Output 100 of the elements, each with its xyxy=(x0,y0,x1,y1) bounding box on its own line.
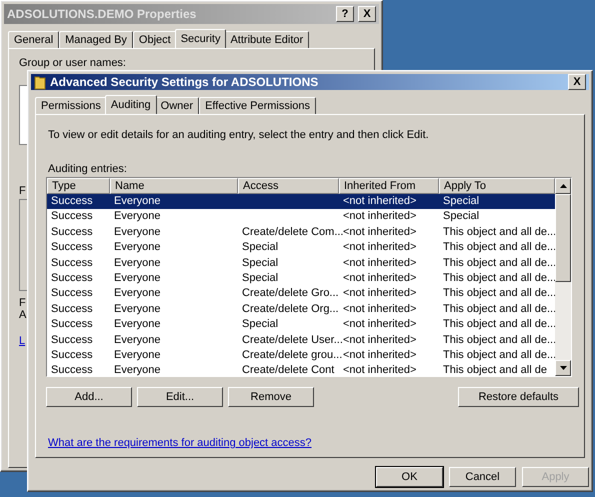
table-cell-text: Special xyxy=(442,194,480,209)
table-cell-text: This object and all de... xyxy=(442,270,555,286)
table-cell-text: This object and all de... xyxy=(442,317,555,332)
table-cell-text: <not inherited> xyxy=(342,209,418,224)
table-row[interactable]: Success Everyone Create/delete Cont <not inherited> This object and all de xyxy=(47,363,555,376)
table-row[interactable]: Success Everyone Create/delete grou...<not inherited> This object and all de... xyxy=(47,348,555,364)
tab[interactable]: Managed By xyxy=(59,31,133,48)
tab[interactable]: Auditing xyxy=(104,95,157,114)
table-cell-text: This object and all de... xyxy=(442,348,555,363)
table-cell-text: <not inherited> xyxy=(342,317,418,332)
table-cell-text: Success xyxy=(50,270,94,286)
table-cell-text: Success xyxy=(50,317,94,332)
column-header[interactable]: Name xyxy=(110,178,238,194)
label-fragment: A xyxy=(19,309,26,321)
table-row[interactable]: Success Everyone Special <not inherited> This object and all de... xyxy=(47,256,555,271)
table-cell-text: Everyone xyxy=(113,224,162,240)
table-cell-text: Success xyxy=(50,224,94,240)
action-button[interactable]: Add... xyxy=(46,387,132,407)
action-button[interactable]: Remove xyxy=(228,387,314,407)
tab[interactable]: Permissions xyxy=(35,97,107,114)
action-button[interactable]: Edit... xyxy=(137,387,223,407)
table-cell-text: This object and all de... xyxy=(442,332,555,348)
table-cell-text: Everyone xyxy=(113,286,162,302)
table-row[interactable]: Success Everyone <not inherited> Special xyxy=(47,194,555,210)
table-cell-text: Create/delete grou... xyxy=(241,348,339,363)
tab[interactable]: Object xyxy=(132,31,177,48)
table-row[interactable]: Success Everyone Create/delete Org... <not inherited> This object and all de... xyxy=(47,302,555,318)
dialog-button[interactable]: OK xyxy=(376,467,443,487)
column-header[interactable]: Type xyxy=(47,178,110,194)
table-cell-text: This object and all de... xyxy=(442,302,555,317)
table-cell-text: Special xyxy=(241,240,280,256)
table-cell-text: Everyone xyxy=(113,256,162,271)
table-cell-text: Success xyxy=(50,194,94,209)
table-cell-text: <not inherited> xyxy=(342,270,418,286)
table-cell-text: Create/delete Gro... xyxy=(241,286,339,302)
table-cell-text: Success xyxy=(50,209,94,224)
down-arrow-icon xyxy=(560,366,566,370)
up-arrow-icon xyxy=(560,184,566,188)
table-cell-text: <not inherited> xyxy=(342,286,418,302)
table-cell-text: This object and all de xyxy=(442,363,548,376)
table-cell-text: Success xyxy=(50,256,94,271)
label-fragment: F xyxy=(19,297,26,309)
tab[interactable]: General xyxy=(8,31,60,48)
table-row[interactable]: Success Everyone Create/delete Gro... <not inherited> This object and all de... xyxy=(47,286,555,302)
table-cell-text: Everyone xyxy=(113,317,162,332)
table-cell-text: <not inherited> xyxy=(342,302,418,317)
table-cell-text: Everyone xyxy=(113,270,162,286)
scrollbar[interactable] xyxy=(555,178,571,376)
table-cell-text: Everyone xyxy=(113,194,162,209)
table-cell-text: Success xyxy=(50,348,94,363)
table-cell-text: This object and all de... xyxy=(442,240,555,256)
table-cell-text: This object and all de... xyxy=(442,286,555,302)
table-row[interactable]: Success Everyone <not inherited> Special xyxy=(47,209,555,225)
table-cell-text: Everyone xyxy=(113,348,162,363)
table-cell-text: Create/delete Org... xyxy=(241,302,339,317)
tab[interactable]: Attribute Editor xyxy=(224,31,310,48)
column-header[interactable]: Access xyxy=(238,178,339,194)
window-title: Advanced Security Settings for ADSOLUTIONS xyxy=(50,75,320,89)
table-row[interactable]: Success Everyone Special <not inherited> This object and all de... xyxy=(47,317,555,333)
close-button[interactable]: X xyxy=(358,6,376,22)
column-header[interactable]: Apply To xyxy=(439,178,555,194)
table-cell-text: Success xyxy=(50,363,94,376)
table-cell-text: <not inherited> xyxy=(342,256,418,271)
label-fragment: F xyxy=(19,185,26,197)
help-link[interactable]: What are the requirements for auditing object access? xyxy=(48,437,572,449)
list-label: Auditing entries: xyxy=(48,163,128,175)
table-cell-text: Create/delete Cont xyxy=(241,363,336,376)
column-header[interactable]: Inherited From xyxy=(339,178,439,194)
table-cell-text: This object and all de... xyxy=(442,256,555,271)
table-cell-text: <not inherited> xyxy=(342,194,418,209)
tab[interactable]: Security xyxy=(174,29,226,48)
dialog-button[interactable]: Cancel xyxy=(449,467,516,487)
window-title: ADSOLUTIONS.DEMO Properties xyxy=(7,7,198,21)
table-row[interactable]: Success Everyone Create/delete User...<not inherited> This object and all de... xyxy=(47,332,555,348)
group-label: Group or user names: xyxy=(19,57,127,69)
table-row[interactable]: Success Everyone Create/delete Com...<not inherited> This object and all de... xyxy=(47,224,555,240)
table-row[interactable]: Success Everyone Special <not inherited> This object and all de... xyxy=(47,270,555,286)
folder-icon xyxy=(34,74,46,90)
table-cell-text: Success xyxy=(50,240,94,256)
table-cell-text: Special xyxy=(241,270,280,286)
tab[interactable]: Owner xyxy=(154,97,200,114)
table-cell-text: Everyone xyxy=(113,363,162,376)
table-cell-text: Everyone xyxy=(113,302,162,317)
table-row[interactable]: Success Everyone Special <not inherited> This object and all de... xyxy=(47,240,555,256)
table-cell-text: Special xyxy=(241,317,280,332)
table-cell-text: Everyone xyxy=(113,332,162,348)
table-cell-text: Success xyxy=(50,302,94,317)
instructions-text: To view or edit details for an auditing entry, select the entry and then click Edit. xyxy=(48,129,430,141)
close-button[interactable]: X xyxy=(568,74,586,90)
table-cell-text: Everyone xyxy=(113,240,162,256)
table-cell-text: This object and all de... xyxy=(442,224,555,240)
restore-defaults-button[interactable]: Restore defaults xyxy=(458,387,579,407)
help-button[interactable]: ? xyxy=(336,6,354,22)
table-cell-text: <not inherited> xyxy=(342,240,418,256)
table-cell-text: Special xyxy=(442,209,480,224)
table-cell-text: Success xyxy=(50,332,94,348)
table-cell-text: Special xyxy=(241,256,280,271)
tab[interactable]: Effective Permissions xyxy=(199,97,316,114)
table-cell-text: <not inherited> xyxy=(342,363,418,376)
link[interactable]: L xyxy=(19,335,26,347)
